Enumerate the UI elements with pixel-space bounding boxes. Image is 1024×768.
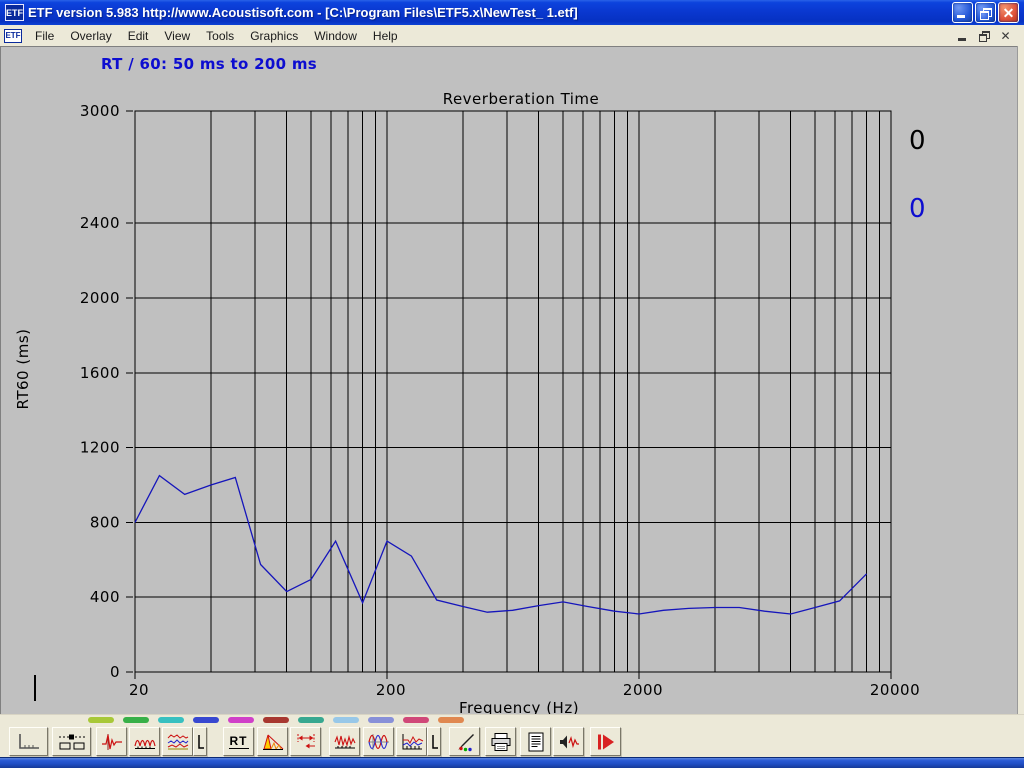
axis-corner-b-icon (429, 732, 439, 752)
x-axis-label: Frequency (Hz) (459, 699, 579, 715)
axis-corner-b-button[interactable] (427, 727, 441, 756)
x-tick-label: 2000 (623, 681, 663, 699)
app-icon: ETF (5, 4, 24, 21)
menu-item-graphics[interactable]: Graphics (242, 27, 306, 45)
window-layout-button[interactable] (52, 727, 91, 756)
step-response-button[interactable] (396, 727, 427, 756)
chart-area: RT / 60: 50 ms to 200 ms 040080012001600… (0, 46, 1024, 714)
mdi-close-button[interactable]: ✕ (998, 29, 1013, 43)
impulse-response-icon (100, 732, 124, 752)
color-editor-icon (453, 732, 477, 752)
restore-icon (980, 8, 991, 18)
close-icon: ✕ (1003, 6, 1015, 20)
window-title: ETF version 5.983 http://www.Acoustisoft… (28, 5, 952, 20)
mdi-restore-button[interactable] (976, 29, 991, 43)
titlebar[interactable]: ETF ETF version 5.983 http://www.Acousti… (0, 0, 1024, 25)
y-tick-label: 1600 (80, 364, 120, 382)
axis-corner-a-icon (195, 732, 205, 752)
print-button[interactable] (485, 727, 516, 756)
menu-item-edit[interactable]: Edit (120, 27, 157, 45)
menu-item-help[interactable]: Help (365, 27, 406, 45)
distortion-wave-icon (333, 732, 357, 752)
color-editor-button[interactable] (449, 727, 480, 756)
plot-border (135, 111, 891, 672)
gate-markers-button[interactable] (290, 727, 321, 756)
menu-item-file[interactable]: File (27, 27, 62, 45)
playback-signal-icon (557, 732, 581, 752)
legend-strip-swatch (263, 717, 289, 723)
y-tick-label: 2000 (80, 289, 120, 307)
playback-signal-button[interactable] (553, 727, 584, 756)
play-button[interactable] (590, 727, 621, 756)
y-tick-label: 0 (110, 663, 120, 681)
rt60-series-line (135, 476, 867, 614)
impulse-response-button[interactable] (96, 727, 127, 756)
mdi-minimize-icon (958, 38, 966, 41)
rt60-button[interactable]: RT (223, 727, 254, 756)
menu-items: FileOverlayEditViewToolsGraphicsWindowHe… (27, 27, 406, 45)
legend-color-strip (0, 714, 1024, 726)
legend-strip-swatch (158, 717, 184, 723)
mdi-child-icon: ETF (4, 29, 22, 43)
sine-phase-icon (367, 732, 391, 752)
legend-strip-swatch (333, 717, 359, 723)
rt60-chart: 0 400 800 1200 1600 2000 2400 3000 20 200 2000 2000… (1, 47, 1024, 715)
rt60-label: RT (229, 734, 249, 749)
mdi-minimize-button[interactable] (954, 29, 969, 43)
menu-item-window[interactable]: Window (306, 27, 365, 45)
legend-strip-swatch (88, 717, 114, 723)
menu-item-view[interactable]: View (156, 27, 198, 45)
menu-item-tools[interactable]: Tools (198, 27, 242, 45)
legend-channel-0: 0 (909, 126, 926, 156)
window-layout-icon (56, 732, 88, 752)
graph-axes-button[interactable] (9, 727, 48, 756)
energy-decay-button[interactable] (257, 727, 288, 756)
report-icon (524, 732, 548, 752)
x-tick-label: 200 (376, 681, 406, 699)
print-icon (489, 732, 513, 752)
y-tick-label: 800 (90, 513, 120, 531)
sine-phase-button[interactable] (363, 727, 394, 756)
legend-strip-swatch (193, 717, 219, 723)
chart-title: Reverberation Time (443, 90, 600, 108)
distortion-wave-button[interactable] (329, 727, 360, 756)
legend-channel-1: 0 (909, 194, 926, 224)
frequency-response-button[interactable] (129, 727, 160, 756)
menubar: ETF FileOverlayEditViewToolsGraphicsWind… (0, 25, 1024, 46)
minimize-button[interactable] (952, 2, 973, 23)
legend-strip-swatch (123, 717, 149, 723)
restore-button[interactable] (975, 2, 996, 23)
app-window: ETF ETF version 5.983 http://www.Acousti… (0, 0, 1024, 768)
waterfall-icon (166, 732, 190, 752)
report-button[interactable] (520, 727, 551, 756)
legend-strip-swatch (438, 717, 464, 723)
toolbar: RT (0, 726, 1024, 757)
close-button[interactable]: ✕ (998, 2, 1019, 23)
step-response-icon (400, 732, 424, 752)
menu-item-overlay[interactable]: Overlay (62, 27, 119, 45)
gate-markers-icon (294, 732, 318, 752)
axis-corner-a-button[interactable] (193, 727, 207, 756)
legend-strip-swatch (368, 717, 394, 723)
taskbar-edge (0, 757, 1024, 768)
waterfall-button[interactable] (162, 727, 193, 756)
y-tick-label: 2400 (80, 214, 120, 232)
x-tick-label: 20 (129, 681, 149, 699)
x-tick-label: 20000 (870, 681, 920, 699)
mdi-restore-icon (979, 31, 989, 41)
y-tick-label: 3000 (80, 102, 120, 120)
play-icon (594, 732, 618, 752)
graph-axes-icon (16, 732, 42, 752)
y-tick-label: 400 (90, 588, 120, 606)
y-tick-label: 1200 (80, 439, 120, 457)
energy-decay-icon (261, 732, 285, 752)
minimize-icon (957, 15, 965, 18)
window-right-border (1017, 46, 1024, 757)
y-axis-label: RT60 (ms) (14, 329, 32, 410)
legend-strip-swatch (403, 717, 429, 723)
frequency-response-icon (133, 732, 157, 752)
legend-strip-swatch (298, 717, 324, 723)
legend-strip-swatch (228, 717, 254, 723)
